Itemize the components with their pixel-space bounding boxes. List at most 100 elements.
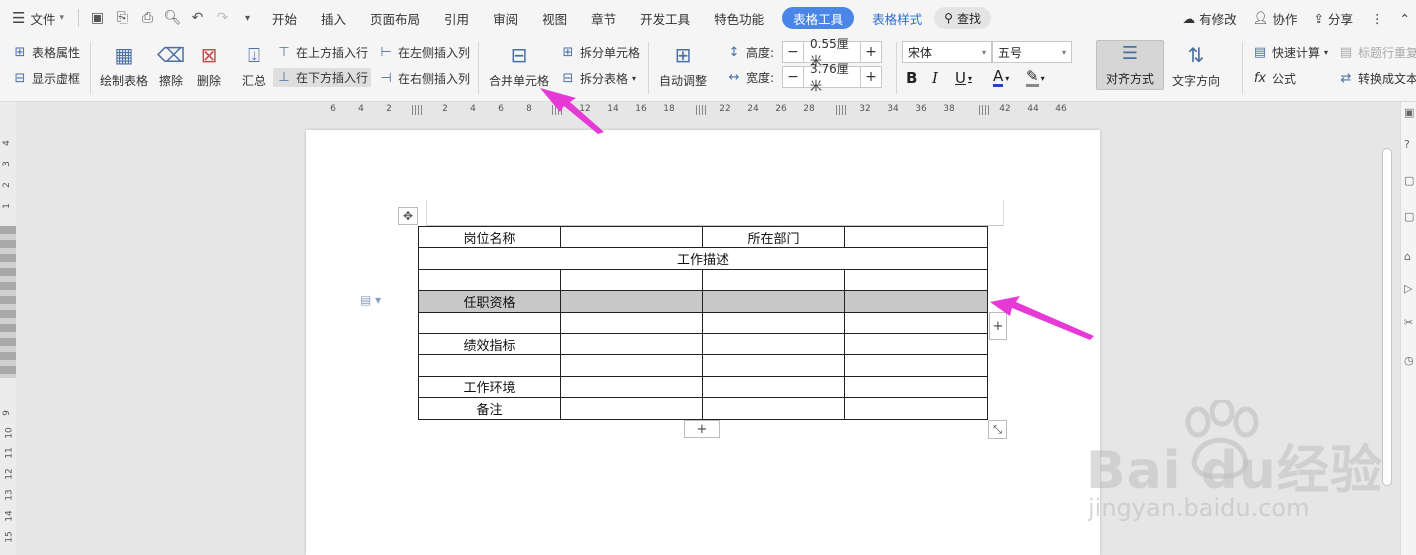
split-cells-button[interactable]: ⊞ 拆分单元格 [560, 44, 640, 61]
save-icon[interactable]: ▣ [85, 5, 110, 31]
share-button[interactable]: ⇪ 分享 [1306, 5, 1362, 31]
table-cell[interactable] [844, 290, 988, 313]
font-color-icon[interactable]: A ▾ [993, 69, 1009, 87]
table-cell[interactable] [844, 268, 988, 292]
table-cell[interactable] [560, 290, 703, 313]
table-cell[interactable] [844, 311, 988, 334]
table-cell[interactable] [702, 268, 845, 292]
height-increase-button[interactable]: + [861, 42, 881, 62]
vertical-ruler[interactable]: 4 3 2 1 9 10 11 12 13 14 15 [0, 102, 16, 555]
tab-home[interactable]: 开始 [260, 5, 309, 31]
tab-page-layout[interactable]: 页面布局 [358, 5, 432, 31]
height-decrease-button[interactable]: − [783, 42, 803, 62]
draw-table-button[interactable]: ▦ 绘制表格 [100, 42, 148, 89]
tool-icon[interactable]: ▢ [1404, 210, 1414, 223]
width-decrease-button[interactable]: − [783, 67, 803, 87]
merge-cells-button[interactable]: ⊟ 合并单元格 [489, 42, 549, 89]
table-cell[interactable] [418, 311, 561, 334]
table-cell[interactable] [560, 397, 703, 420]
table-cell[interactable] [702, 332, 845, 356]
align-button[interactable]: ☰ 对齐方式 [1096, 40, 1164, 90]
export-icon[interactable]: ⎘ [110, 5, 135, 31]
tab-developer[interactable]: 开发工具 [628, 5, 702, 31]
summary-button[interactable]: ⍗ 汇总 [241, 42, 267, 89]
auto-fit-button[interactable]: ⊞ 自动调整 [659, 42, 707, 89]
customize-icon[interactable]: ▾ [235, 5, 260, 31]
table-cell[interactable]: 工作环境 [418, 375, 561, 399]
table-cell[interactable] [560, 354, 703, 377]
to-text-button[interactable]: ⇄ 转换成文本 [1338, 70, 1416, 87]
insert-row-above-button[interactable]: ⊤ 在上方插入行 [276, 44, 368, 61]
table-cell[interactable] [844, 354, 988, 377]
table-cell[interactable] [844, 375, 988, 399]
text-direction-button[interactable]: ⇅ 文字方向 [1172, 42, 1220, 89]
panel-toggle-icon[interactable]: ▣ [1404, 106, 1414, 119]
table-cell[interactable]: 备注 [418, 397, 561, 420]
width-value[interactable]: 3.76厘米 [803, 62, 861, 93]
print-preview-icon[interactable]: 🔍︎ [160, 5, 185, 31]
table-cell[interactable] [560, 332, 703, 356]
collapse-icon[interactable]: ⌃ [1394, 5, 1416, 31]
table-cell[interactable] [560, 225, 703, 249]
resize-table-icon[interactable]: ⤡ [988, 420, 1007, 439]
move-table-icon[interactable]: ✥ [398, 207, 418, 225]
table-cell[interactable]: 工作描述 [418, 247, 988, 270]
quick-calc-button[interactable]: ▤ 快速计算 ▾ [1252, 44, 1328, 61]
table-cell[interactable] [560, 268, 703, 292]
erase-button[interactable]: ⌫ 擦除 [157, 42, 185, 89]
tool-icon[interactable]: ✂ [1404, 316, 1413, 329]
tool-icon[interactable]: ? [1404, 138, 1410, 151]
italic-icon[interactable]: I [932, 69, 938, 87]
table-cell[interactable] [702, 375, 845, 399]
ruler-marker[interactable] [979, 105, 991, 115]
redo-icon[interactable]: ↷ [210, 5, 235, 31]
width-stepper[interactable]: − 3.76厘米 + [782, 62, 882, 93]
add-row-button[interactable]: + [684, 420, 720, 438]
bold-icon[interactable]: B [906, 69, 917, 87]
table-cell[interactable] [702, 311, 845, 334]
tab-review[interactable]: 审阅 [481, 5, 530, 31]
font-size-select[interactable]: 五号 ▾ [992, 41, 1072, 63]
height-value[interactable]: 0.55厘米 [803, 37, 861, 68]
tab-table-style[interactable]: 表格样式 [860, 5, 934, 31]
table-cell[interactable] [844, 397, 988, 420]
collab-button[interactable]: 👤︎ 协作 [1245, 5, 1306, 31]
tab-references[interactable]: 引用 [432, 5, 481, 31]
job-description-table[interactable]: 岗位名称 所在部门 工作描述 任职资格 绩效指标 工作环境 备注 [418, 225, 988, 420]
table-cell[interactable] [418, 268, 561, 292]
changes-button[interactable]: ☁ 有修改 [1175, 5, 1245, 31]
insert-col-left-button[interactable]: ⊢ 在左侧插入列 [378, 44, 470, 61]
undo-icon[interactable]: ↶ [185, 5, 210, 31]
table-cell[interactable] [844, 332, 988, 356]
print-icon[interactable]: ⎙ [135, 5, 160, 31]
tab-table-tools[interactable]: 表格工具 [782, 7, 855, 29]
tool-icon[interactable]: ◷ [1404, 354, 1414, 367]
horizontal-ruler[interactable]: 6 4 2 2 4 6 8 12 14 16 18 22 24 26 28 32… [306, 102, 1076, 118]
table-cell[interactable]: 所在部门 [702, 225, 845, 249]
table-cell[interactable] [418, 354, 561, 377]
paragraph-options-icon[interactable]: ▤ ▾ [360, 293, 381, 307]
repeat-header-button[interactable]: ▤ 标题行重复 [1338, 44, 1416, 61]
table-cell[interactable] [702, 290, 845, 313]
table-cell[interactable] [560, 375, 703, 399]
show-gridlines-button[interactable]: ⊟ 显示虚框 [12, 70, 80, 87]
table-cell[interactable]: 绩效指标 [418, 332, 561, 356]
ruler-marker[interactable] [552, 105, 564, 115]
tab-insert[interactable]: 插入 [309, 5, 358, 31]
table-cell[interactable]: 任职资格 [418, 290, 561, 313]
tab-view[interactable]: 视图 [530, 5, 579, 31]
add-column-button[interactable]: + [989, 312, 1007, 340]
delete-button[interactable]: ⊠ 删除 [196, 42, 222, 89]
ruler-marker[interactable] [412, 105, 424, 115]
font-select[interactable]: 宋体 ▾ [902, 41, 992, 63]
more-icon[interactable]: ⋮ [1361, 5, 1394, 31]
insert-row-below-button[interactable]: ⊥ 在下方插入行 [273, 68, 372, 87]
table-cell[interactable] [560, 311, 703, 334]
table-cell[interactable] [844, 225, 988, 249]
insert-col-right-button[interactable]: ⊣ 在右侧插入列 [378, 70, 470, 87]
tab-special[interactable]: 特色功能 [702, 5, 776, 31]
file-menu[interactable]: ☰ 文件 ▾ [0, 5, 72, 31]
search-button[interactable]: ⚲ 查找 [934, 7, 991, 29]
underline-icon[interactable]: U ▾ [955, 69, 972, 87]
highlight-icon[interactable]: ✎ ▾ [1026, 69, 1045, 87]
